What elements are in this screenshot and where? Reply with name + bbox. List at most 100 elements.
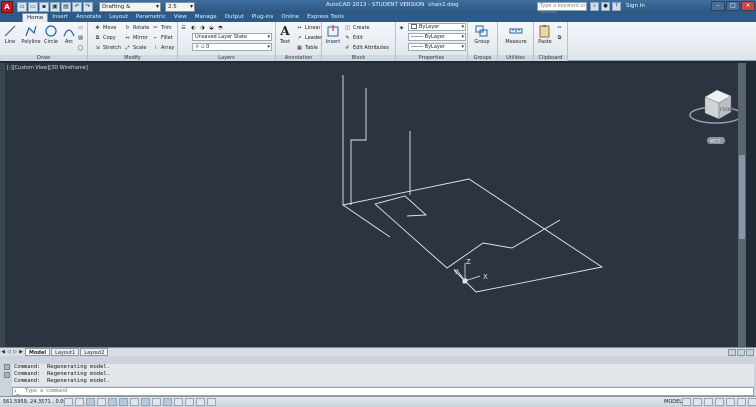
version-select[interactable]: 2.5 [165, 1, 195, 12]
polar-tracking-icon[interactable] [108, 398, 117, 406]
drawing-area[interactable]: [-][Custom View][3D Wireframe] Z X Y FRO… [5, 63, 745, 347]
leader-button[interactable]: ↗ Leader [296, 34, 322, 42]
match-properties-icon[interactable]: ◈ [398, 24, 405, 32]
quick-view-layouts-icon[interactable] [682, 398, 691, 406]
ellipse-icon[interactable]: ◯ [77, 44, 84, 52]
move-button[interactable]: ✥ Move [94, 24, 116, 32]
color-dropdown[interactable]: ByLayer [408, 23, 466, 31]
tab-online[interactable]: Online [277, 13, 303, 22]
layer-tools-icons[interactable]: ◐ ◑ ◒ ◓ [190, 24, 224, 32]
rectangle-icon[interactable]: ▭ [77, 24, 84, 32]
mirror-button[interactable]: ⇔ Mirror [124, 34, 147, 42]
properties-panel-title[interactable]: Properties [396, 55, 467, 61]
utilities-panel-title[interactable]: Utilities [498, 55, 533, 61]
grid-display-icon[interactable] [86, 398, 95, 406]
redo-icon[interactable]: ↷ [83, 1, 93, 12]
array-button[interactable]: ⁞ Array [152, 44, 175, 52]
search-icon[interactable]: ⌕ [590, 2, 599, 11]
rotate-button[interactable]: ↻ Rotate [124, 24, 149, 32]
tab-output[interactable]: Output [221, 13, 248, 22]
scroll-left-icon[interactable] [728, 349, 736, 356]
arc-button[interactable]: Arc [61, 24, 77, 45]
object-snap-tracking-icon[interactable] [141, 398, 150, 406]
settings-icon[interactable] [746, 349, 754, 356]
wcs-label[interactable]: WCS [710, 139, 721, 145]
paste-button[interactable]: Paste [537, 24, 553, 45]
group-button[interactable]: Group [474, 24, 490, 45]
groups-panel-title[interactable]: Groups [468, 55, 497, 61]
tab-plugins[interactable]: Plug-ins [248, 13, 278, 22]
coordinate-readout[interactable]: 561.5959, 24.3571 , 0.0000 [0, 399, 73, 405]
sign-in-link[interactable]: Sign In [626, 3, 645, 9]
layers-panel-title[interactable]: Layers [178, 55, 275, 61]
copy-clip-icon[interactable]: ⧉ [556, 34, 563, 42]
workspace-select[interactable]: Drafting & Annotation [99, 1, 161, 18]
measure-button[interactable]: Measure [504, 24, 528, 45]
text-button[interactable]: A Text [277, 24, 293, 45]
tab-annotate[interactable]: Annotate [72, 13, 105, 22]
selection-cycling-icon[interactable] [207, 398, 216, 406]
polyline-button[interactable]: Polyline [21, 24, 41, 45]
linetype-dropdown[interactable]: ──── ByLayer [408, 33, 466, 41]
hatch-icon[interactable]: ▨ [77, 34, 84, 42]
layer-state-dropdown[interactable]: Unsaved Layer State [192, 33, 272, 41]
quick-properties-icon[interactable] [196, 398, 205, 406]
search-input[interactable]: Type a keyword or phrase [537, 2, 587, 16]
tab-layout2[interactable]: Layout2 [80, 348, 109, 356]
tab-express-tools[interactable]: Express Tools [303, 13, 348, 22]
command-input[interactable]: Type a command [12, 387, 754, 396]
tab-layout1[interactable]: Layout1 [51, 348, 80, 356]
last-tab-arrow-icon[interactable]: ▶ [18, 349, 24, 356]
maximize-button[interactable]: □ [726, 1, 740, 11]
vertical-scrollbar[interactable] [738, 63, 746, 347]
user-icon[interactable]: ● [601, 2, 610, 11]
layer-properties-icon[interactable]: ☰ [180, 24, 187, 32]
tab-layout[interactable]: Layout [105, 13, 132, 22]
scroll-right-icon[interactable] [737, 349, 745, 356]
current-layer-dropdown[interactable]: ☼ ▫ 0 [192, 43, 272, 51]
open-icon[interactable]: ▭ [28, 1, 38, 12]
viewcube[interactable]: FRONT [689, 89, 743, 124]
quick-view-drawings-icon[interactable] [693, 398, 702, 406]
tab-manage[interactable]: Manage [191, 13, 221, 22]
ortho-mode-icon[interactable] [97, 398, 106, 406]
object-snap-icon[interactable] [119, 398, 128, 406]
copy-button[interactable]: ⧉ Copy [94, 34, 116, 42]
lineweight-dropdown[interactable]: ──── ByLayer [408, 43, 466, 51]
fillet-button[interactable]: ⌐ Fillet [152, 34, 172, 42]
customize-command-icon[interactable] [4, 372, 10, 378]
close-button[interactable]: × [741, 1, 755, 11]
scale-button[interactable]: ⤢ Scale [124, 44, 146, 52]
infer-constraints-icon[interactable] [64, 398, 73, 406]
minimize-button[interactable]: – [711, 1, 725, 11]
undo-icon[interactable]: ↶ [72, 1, 82, 12]
tab-home[interactable]: Home [22, 13, 49, 22]
edit-attributes-button[interactable]: ✐ Edit Attributes [344, 44, 389, 52]
draw-panel-title[interactable]: Draw [0, 55, 87, 61]
table-button[interactable]: ▦ Table [296, 44, 318, 52]
close-command-icon[interactable] [4, 364, 10, 370]
save-as-icon[interactable]: ▣ [50, 1, 60, 12]
viewcube-front-label[interactable]: FRONT [720, 107, 736, 113]
circle-button[interactable]: Circle [43, 24, 59, 45]
new-icon[interactable]: ▫ [17, 1, 27, 12]
clean-screen-icon[interactable] [748, 398, 756, 406]
tab-view[interactable]: View [170, 13, 191, 22]
modify-panel-title[interactable]: Modify [88, 55, 177, 61]
dynamic-input-icon[interactable] [163, 398, 172, 406]
lineweight-icon[interactable] [174, 398, 183, 406]
annotation-panel-title[interactable]: Annotation [276, 55, 321, 61]
annotation-scale-icon[interactable] [704, 398, 713, 406]
edit-block-button[interactable]: ✎ Edit [344, 34, 362, 42]
trim-button[interactable]: ✂ Trim [152, 24, 171, 32]
model-space-label[interactable]: MODEL [664, 399, 682, 405]
application-menu-button[interactable]: A [1, 0, 13, 13]
line-button[interactable]: Line [2, 24, 18, 45]
clipboard-panel-title[interactable]: Clipboard [534, 55, 567, 61]
linear-button[interactable]: ↔ Linear [296, 24, 320, 32]
workspace-switch-icon[interactable] [726, 398, 735, 406]
save-icon[interactable]: ▪ [39, 1, 49, 12]
cut-icon[interactable]: ✂ [556, 24, 563, 32]
dynamic-ucs-icon[interactable] [152, 398, 161, 406]
plot-icon[interactable]: ▤ [61, 1, 71, 12]
